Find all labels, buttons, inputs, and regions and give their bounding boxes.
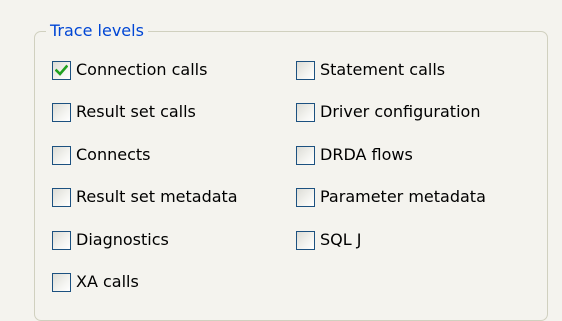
option-connects[interactable]: Connects [52,143,151,167]
diagnostics-checkbox[interactable] [52,230,71,250]
result-set-calls-checkbox[interactable] [52,102,71,122]
option-sql-j[interactable]: SQL J [296,228,361,252]
drda-flows-checkbox[interactable] [296,145,315,165]
result-set-metadata-checkbox[interactable] [52,187,71,207]
parameter-metadata-checkbox[interactable] [296,187,315,207]
result-set-calls-label: Result set calls [76,102,196,121]
trace-levels-title: Trace levels [46,20,148,42]
option-diagnostics[interactable]: Diagnostics [52,228,169,252]
result-set-metadata-label: Result set metadata [76,187,238,206]
drda-flows-label: DRDA flows [320,145,413,164]
diagnostics-label: Diagnostics [76,230,169,249]
driver-configuration-label: Driver configuration [320,102,481,121]
connects-label: Connects [76,145,151,164]
option-xa-calls[interactable]: XA calls [52,270,139,294]
option-connection-calls[interactable]: Connection calls [52,58,207,82]
sql-j-label: SQL J [320,230,362,249]
option-parameter-metadata[interactable]: Parameter metadata [296,185,486,209]
driver-configuration-checkbox[interactable] [296,102,315,122]
checkmark-icon [55,64,68,76]
option-result-set-calls[interactable]: Result set calls [52,100,196,124]
xa-calls-label: XA calls [76,272,139,291]
parameter-metadata-label: Parameter metadata [320,187,486,206]
option-drda-flows[interactable]: DRDA flows [296,143,413,167]
statement-calls-checkbox[interactable] [296,60,315,80]
option-driver-configuration[interactable]: Driver configuration [296,100,480,124]
statement-calls-label: Statement calls [320,60,446,79]
sql-j-checkbox[interactable] [296,230,315,250]
xa-calls-checkbox[interactable] [52,272,71,292]
connects-checkbox[interactable] [52,145,71,165]
connection-calls-label: Connection calls [76,60,208,79]
option-result-set-metadata[interactable]: Result set metadata [52,185,238,209]
connection-calls-checkbox[interactable] [52,60,71,80]
option-statement-calls[interactable]: Statement calls [296,58,445,82]
